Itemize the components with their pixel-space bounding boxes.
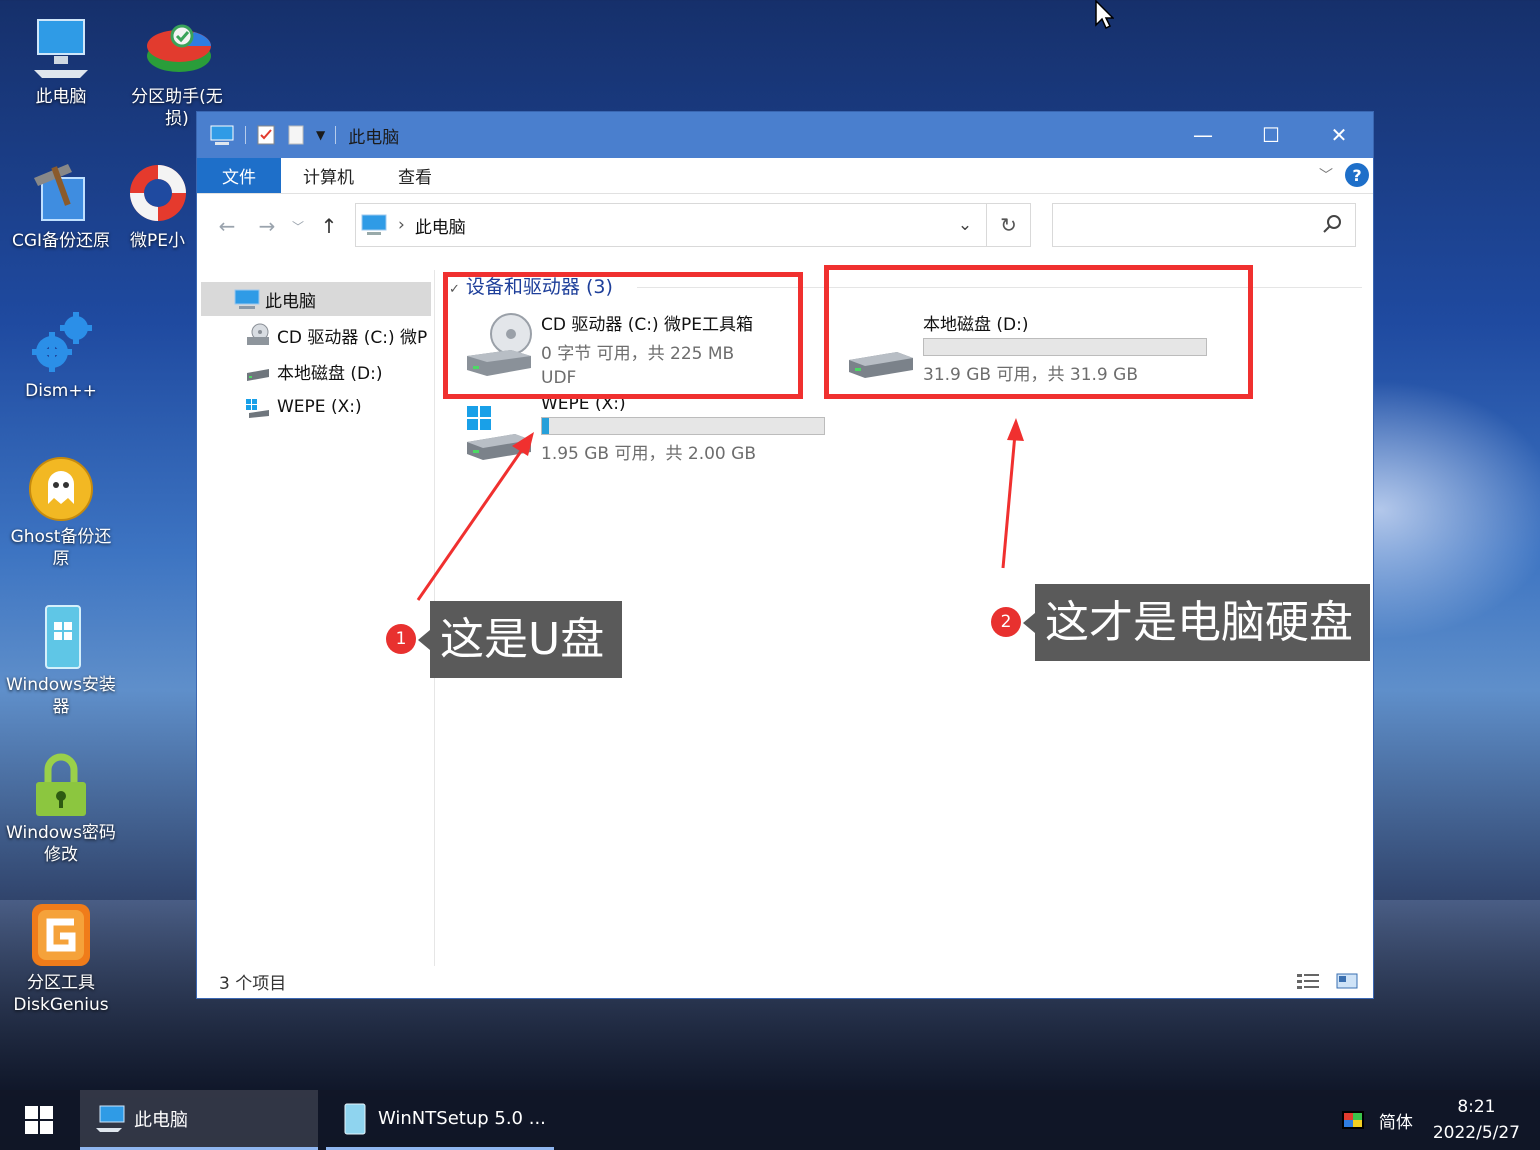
- annotation-arrows: [416, 418, 1024, 601]
- annotation-number-1: 1: [386, 624, 416, 654]
- windows-logo-icon: [25, 1106, 53, 1134]
- annotation-number-2: 2: [991, 607, 1021, 637]
- computer-icon: [96, 1105, 125, 1132]
- arrow-1-line: [416, 443, 528, 601]
- system-tray: 简体 8:21 2022/5/27: [1341, 1090, 1520, 1150]
- start-button[interactable]: [0, 1090, 78, 1150]
- display-settings-icon[interactable]: [1341, 1110, 1365, 1130]
- clock-time: 8:21: [1457, 1097, 1496, 1117]
- taskbar-item-label: 此电脑: [134, 1109, 188, 1131]
- arrow-2-line: [1001, 433, 1017, 569]
- clock[interactable]: 8:21 2022/5/27: [1433, 1094, 1520, 1146]
- taskbar-item-this-pc[interactable]: 此电脑: [80, 1090, 318, 1150]
- clock-date: 2022/5/27: [1432, 1123, 1520, 1143]
- taskbar: 此电脑 WinNTSetup 5.0 ... 简体 8:21 2022/5/27: [0, 1090, 1540, 1150]
- arrow-2-head: [1007, 418, 1024, 441]
- winntsetup-icon: [344, 1103, 366, 1134]
- arrow-1-head: [512, 432, 534, 456]
- annotation-callout-1: 这是U盘: [418, 601, 622, 678]
- annotation-callout-2: 这才是电脑硬盘: [1023, 584, 1370, 661]
- ime-indicator[interactable]: 简体: [1379, 1108, 1413, 1133]
- taskbar-item-winntsetup[interactable]: WinNTSetup 5.0 ...: [326, 1090, 554, 1150]
- taskbar-item-label: WinNTSetup 5.0 ...: [378, 1108, 546, 1129]
